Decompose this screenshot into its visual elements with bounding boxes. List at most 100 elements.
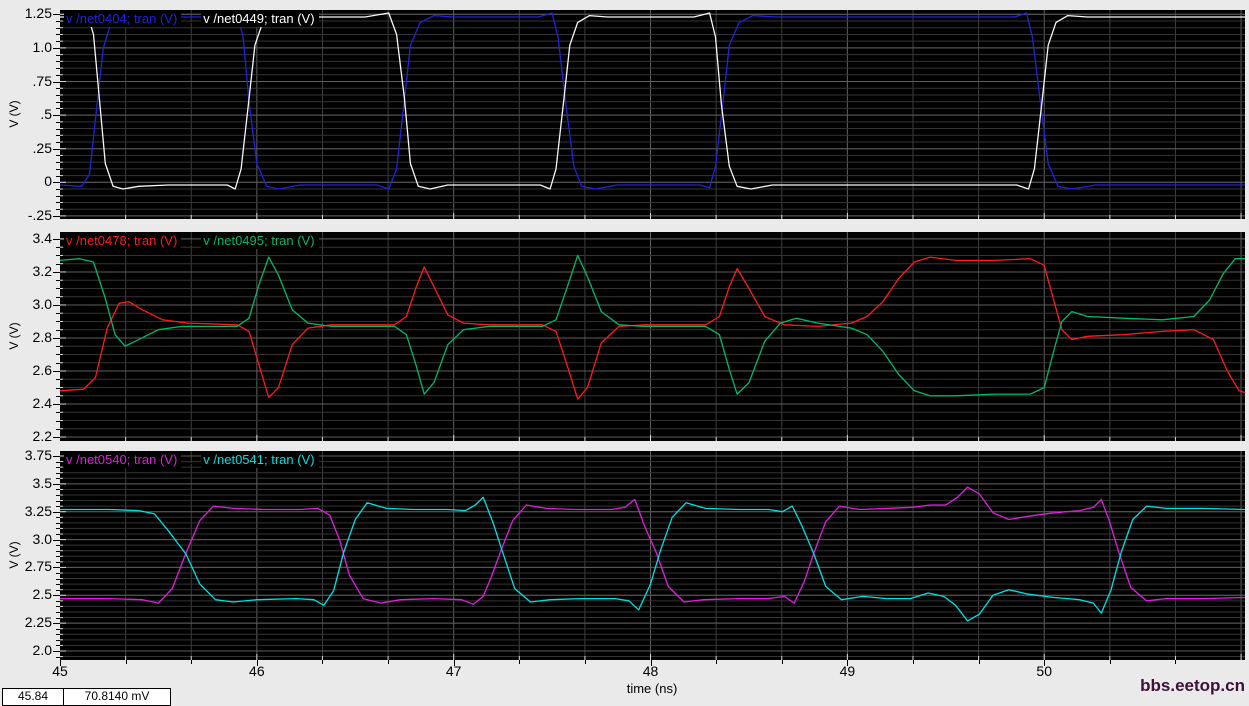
y-tick-mark: [53, 337, 60, 339]
x-minor-tick-mark: [781, 660, 783, 664]
y-tick-mark: [53, 539, 60, 541]
y-tick-mark: [53, 567, 60, 569]
y-tick-mark: [53, 595, 60, 597]
trace-net0540[interactable]: [60, 486, 1245, 605]
y-tick-mark: [53, 215, 60, 217]
y-minor-tick-mark: [56, 656, 60, 658]
y-minor-tick-mark: [56, 346, 60, 348]
y-minor-tick-mark: [56, 589, 60, 591]
legend-net0478[interactable]: v /net0478; tran (V): [64, 233, 182, 249]
y-minor-tick-mark: [56, 495, 60, 496]
y-tick-mark: [53, 304, 60, 306]
y-minor-tick-mark: [56, 362, 60, 364]
y-tick-label: 3.4: [32, 229, 52, 246]
legend-panel-top: v /net0404; tran (V) v /net0449; tran (V): [64, 11, 319, 27]
y-tick-label: 2.0: [32, 641, 52, 658]
trace-net0478[interactable]: [60, 256, 1245, 400]
trace-net0495[interactable]: [60, 254, 1245, 397]
y-tick-label: 3.75: [24, 447, 52, 463]
x-tick-label: 47: [445, 663, 462, 679]
y-tick-label: 2.5: [32, 586, 52, 603]
y-minor-tick-mark: [56, 175, 60, 177]
y-minor-tick-mark: [56, 467, 60, 469]
x-tick-label: 49: [839, 663, 856, 679]
x-minor-tick-mark: [584, 660, 586, 664]
status-cell-value: 70.8140 mV: [63, 688, 171, 706]
y-minor-tick-mark: [56, 209, 60, 211]
waveform-panel-bottom[interactable]: v /net0540; tran (V) v /net0541; tran (V): [60, 451, 1245, 660]
y-tick-mark: [53, 404, 60, 406]
y-tick-mark: [53, 182, 60, 184]
y-minor-tick-mark: [56, 313, 60, 315]
y-minor-tick-mark: [56, 600, 60, 602]
legend-gap: [181, 244, 202, 245]
y-tick-label: 3.0: [32, 530, 52, 547]
y-minor-tick-mark: [56, 168, 60, 170]
legend-panel-middle: v /net0478; tran (V) v /net0495; tran (V): [64, 233, 319, 249]
legend-net0540[interactable]: v /net0540; tran (V): [64, 452, 182, 468]
y-minor-tick-mark: [56, 528, 60, 530]
y-minor-tick-mark: [56, 88, 60, 90]
x-minor-tick-mark: [191, 660, 193, 664]
y-minor-tick-mark: [56, 428, 60, 430]
waveform-canvas-0[interactable]: [60, 10, 1245, 219]
waveform-panel-top[interactable]: v /net0404; tran (V) v /net0449; tran (V): [60, 10, 1245, 219]
y-tick-label: 2.2: [32, 428, 52, 445]
x-minor-tick-mark: [912, 660, 914, 664]
y-minor-tick-mark: [56, 135, 60, 137]
legend-net0404[interactable]: v /net0404; tran (V): [64, 11, 182, 27]
waveform-viewer: { "watermark": "bbs.eetop.cn", "status_b…: [0, 0, 1249, 706]
x-axis-title: time (ns): [626, 681, 678, 696]
y-minor-tick-mark: [56, 141, 60, 143]
y-minor-tick-mark: [56, 74, 60, 76]
y-minor-tick-mark: [56, 578, 60, 580]
x-tick-label: 46: [249, 663, 265, 679]
waveform-canvas-1[interactable]: [60, 232, 1245, 441]
y-tick-mark: [53, 148, 60, 150]
y-minor-tick-mark: [56, 195, 60, 197]
y-minor-tick-mark: [56, 162, 60, 164]
y-minor-tick-mark: [56, 545, 60, 547]
y-tick-mark: [53, 511, 60, 513]
y-minor-tick-mark: [56, 387, 60, 389]
y-tick-mark: [53, 271, 60, 273]
y-minor-tick-mark: [56, 379, 60, 381]
y-minor-tick-mark: [56, 94, 60, 96]
y-minor-tick-mark: [56, 611, 60, 613]
y-minor-tick-mark: [56, 478, 60, 480]
x-minor-tick-mark: [125, 660, 127, 664]
y-tick-label: 3.5: [32, 474, 52, 491]
y-tick-mark: [53, 81, 60, 83]
waveform-panel-middle[interactable]: v /net0478; tran (V) v /net0495; tran (V): [60, 232, 1245, 441]
legend-net0541[interactable]: v /net0541; tran (V): [201, 452, 319, 468]
y-minor-tick-mark: [56, 41, 60, 43]
y-minor-tick-mark: [56, 68, 60, 70]
waveform-canvas-2[interactable]: [60, 451, 1245, 660]
y-tick-mark: [53, 623, 60, 625]
y-tick-label: 2.6: [32, 362, 52, 378]
y-minor-tick-mark: [56, 155, 60, 157]
y-tick-label: .5: [40, 106, 52, 123]
x-minor-tick-mark: [1109, 660, 1111, 664]
y-minor-tick-mark: [56, 489, 60, 491]
legend-net0449[interactable]: v /net0449; tran (V): [201, 11, 319, 27]
trace-net0541[interactable]: [60, 496, 1245, 622]
y-minor-tick-mark: [56, 506, 60, 508]
y-tick-label: 3.25: [24, 502, 52, 519]
x-tick-label: 45: [52, 663, 68, 679]
y-minor-tick-mark: [56, 54, 60, 56]
y-tick-label: 1.25: [24, 5, 52, 22]
legend-net0495[interactable]: v /net0495; tran (V): [201, 233, 319, 249]
y-minor-tick-mark: [56, 556, 60, 558]
y-minor-tick-mark: [56, 288, 60, 290]
y-minor-tick-mark: [56, 321, 60, 323]
y-minor-tick-mark: [56, 280, 60, 282]
y-tick-mark: [53, 650, 60, 652]
y-minor-tick-mark: [56, 420, 60, 422]
y-minor-tick-mark: [56, 202, 60, 204]
y-tick-mark: [53, 47, 60, 49]
y-minor-tick-mark: [56, 550, 60, 552]
x-tick-label: 48: [642, 663, 659, 679]
y-tick-mark: [53, 437, 60, 439]
legend-gap: [181, 22, 202, 23]
